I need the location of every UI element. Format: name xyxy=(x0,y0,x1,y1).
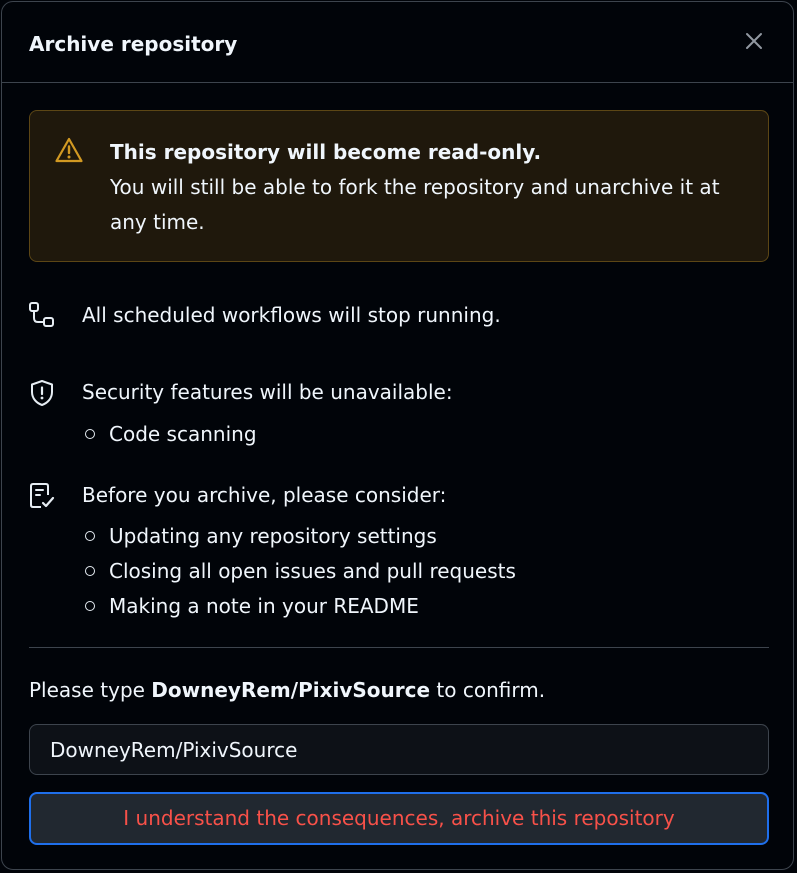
security-list: Code scanning xyxy=(82,417,257,452)
shield-icon xyxy=(31,380,53,406)
security-text: Security features will be unavailable: xyxy=(82,380,453,404)
workflows-text: All scheduled workflows will stop runnin… xyxy=(82,303,501,327)
list-item: Closing all open issues and pull request… xyxy=(82,554,516,589)
repo-name: DowneyRem/PixivSource xyxy=(151,678,431,702)
confirm-suffix: to confirm. xyxy=(430,678,546,702)
list-item: Updating any repository settings xyxy=(82,519,516,554)
list-item: Making a note in your README xyxy=(82,589,516,624)
warning-banner: This repository will become read-only. Y… xyxy=(29,110,769,262)
list-item: Code scanning xyxy=(82,417,257,452)
alert-icon xyxy=(55,137,83,163)
archive-dialog: Archive repository This repository will … xyxy=(1,1,794,870)
workflow-icon xyxy=(29,302,54,327)
consider-list: Updating any repository settings Closing… xyxy=(82,519,516,624)
x-icon xyxy=(746,33,762,49)
warning-text: This repository will become read-only. Y… xyxy=(110,135,750,240)
checklist-icon xyxy=(30,483,55,508)
warning-body: You will still be able to fork the repos… xyxy=(110,175,720,234)
close-button[interactable] xyxy=(740,27,768,55)
confirm-repo-input[interactable] xyxy=(29,724,769,775)
confirm-instructions: Please type DowneyRem/PixivSource to con… xyxy=(29,673,545,708)
archive-button[interactable]: I understand the consequences, archive t… xyxy=(29,792,769,845)
consider-text: Before you archive, please consider: xyxy=(82,483,447,507)
dialog-title: Archive repository xyxy=(29,32,238,56)
confirm-prefix: Please type xyxy=(29,678,152,702)
warning-title: This repository will become read-only. xyxy=(110,140,542,164)
divider xyxy=(29,647,769,648)
dialog-header: Archive repository xyxy=(2,2,793,83)
